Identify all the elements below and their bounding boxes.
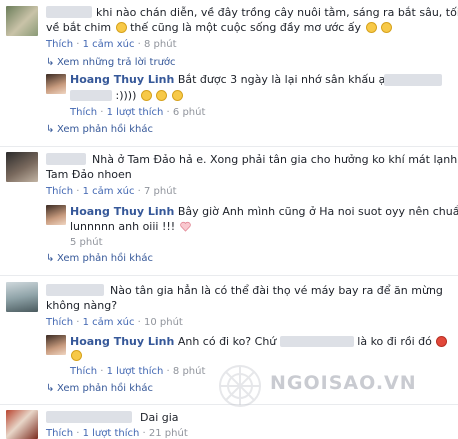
reply-text-part: là ko đi rồi đó xyxy=(357,335,432,348)
view-more-label: Xem phản hồi khác xyxy=(57,253,153,264)
smile-emoji-icon xyxy=(381,22,393,33)
replier-name[interactable]: Hoang Thuy Linh xyxy=(70,335,174,348)
reply-arrow-icon: ↳ xyxy=(46,383,55,394)
reply-text-line1: Hoang Thuy Linh Anh có đi ko? Chứ là ko … xyxy=(70,334,448,349)
timestamp[interactable]: 7 phút xyxy=(144,186,177,197)
likes-count[interactable]: 1 lượt thích xyxy=(107,366,164,377)
comment-text-line1: khi nào chán diễn, về đây trồng cây nuôi… xyxy=(96,6,458,19)
comment-meta: Thích · 1 cảm xúc · 7 phút xyxy=(46,186,177,197)
comment-meta: Thích · 1 cảm xúc · 10 phút xyxy=(46,317,183,328)
hidden-mention[interactable] xyxy=(70,90,112,101)
commenter-name-hidden[interactable] xyxy=(46,411,132,423)
comment-text-line1: Nào tân gia hẳn là có thể đài thọ vé máy… xyxy=(110,284,443,297)
smile-emoji-icon xyxy=(115,22,127,33)
commenter-avatar[interactable] xyxy=(6,410,38,439)
reply-meta: Thích · 1 lượt thích · 8 phút xyxy=(70,366,206,377)
reply-meta: 5 phút xyxy=(70,237,103,248)
timestamp[interactable]: 21 phút xyxy=(149,428,188,439)
reply-text-part: Anh có đi ko? Chứ xyxy=(177,335,277,348)
comment-text-line1: Dai gia xyxy=(140,411,179,424)
timestamp[interactable]: 5 phút xyxy=(70,237,103,248)
view-previous-label: Xem những trả lời trước xyxy=(57,57,176,68)
view-more-replies[interactable]: ↳ Xem phản hồi khác xyxy=(46,253,153,264)
divider xyxy=(0,146,458,147)
relieved-emoji-icon xyxy=(71,350,82,361)
comment-text-line1: Nhà ở Tam Đảo hả e. Xong phải tân gia ch… xyxy=(92,153,458,166)
commenter-avatar[interactable] xyxy=(6,6,38,36)
hidden-mention[interactable] xyxy=(384,74,442,86)
view-more-label: Xem phản hồi khác xyxy=(57,124,153,135)
timestamp[interactable]: 8 phút xyxy=(144,39,177,50)
replier-avatar[interactable] xyxy=(46,74,66,94)
reply-text-part: lunnnnn anh oiii !!! xyxy=(70,220,176,233)
divider xyxy=(0,275,458,276)
replier-name[interactable]: Hoang Thuy Linh xyxy=(70,73,174,86)
like-link[interactable]: Thích xyxy=(46,186,73,197)
comment-meta: Thích · 1 lượt thích · 21 phút xyxy=(46,428,188,439)
hidden-mention[interactable] xyxy=(279,336,354,347)
laughing-emoji-icon xyxy=(140,90,152,101)
grin-emoji-icon xyxy=(171,90,183,101)
comment-text-line2: về bắt chim thế cũng là một cuộc sống đầ… xyxy=(46,20,393,35)
reactions-count[interactable]: 1 cảm xúc xyxy=(83,39,135,50)
comment-meta: Thích · 1 cảm xúc · 8 phút xyxy=(46,39,177,50)
reply-text-line2: lunnnnn anh oiii !!! xyxy=(70,219,191,234)
like-link[interactable]: Thích xyxy=(70,366,97,377)
like-link[interactable]: Thích xyxy=(70,107,97,118)
comment-text-part: về bắt chim xyxy=(46,21,112,34)
watermark-text: NGOISAO.VN xyxy=(270,372,417,394)
commenter-avatar[interactable] xyxy=(6,152,38,182)
reply-arrow-icon: ↳ xyxy=(46,124,55,135)
commenter-name-hidden[interactable] xyxy=(46,6,92,18)
smile-emoji-icon xyxy=(365,22,377,33)
reply-text-line2: :)))) xyxy=(70,88,183,103)
like-link[interactable]: Thích xyxy=(46,428,73,439)
timestamp[interactable]: 6 phút xyxy=(173,107,206,118)
reply-text-part: :)))) xyxy=(115,89,137,102)
comment-text-line2: Tam Đảo nhoen xyxy=(46,168,132,181)
replier-name[interactable]: Hoang Thuy Linh xyxy=(70,205,174,218)
like-link[interactable]: Thích xyxy=(46,317,73,328)
comment-text-part: thế cũng là một cuộc sống đầy mơ ước ấy xyxy=(130,21,362,34)
timestamp[interactable]: 8 phút xyxy=(173,366,206,377)
like-link[interactable]: Thích xyxy=(46,39,73,50)
reply-arrow-icon: ↳ xyxy=(46,253,55,264)
heart-icon xyxy=(179,221,191,232)
angry-emoji-icon xyxy=(436,336,448,347)
commenter-name-hidden[interactable] xyxy=(46,284,104,296)
comment-text-line2: không nàng? xyxy=(46,299,118,312)
reply-text-line2 xyxy=(70,348,82,363)
reactions-count[interactable]: 1 cảm xúc xyxy=(83,317,135,328)
replier-avatar[interactable] xyxy=(46,205,66,225)
reply-arrow-icon: ↳ xyxy=(46,57,55,68)
timestamp[interactable]: 10 phút xyxy=(144,317,183,328)
view-more-replies[interactable]: ↳ Xem phản hồi khác xyxy=(46,383,153,394)
reply-text-line1: Hoang Thuy Linh Bây giờ Anh mình cũng ở … xyxy=(70,204,458,219)
reply-text-line1: Hoang Thuy Linh Bắt được 3 ngày là lại n… xyxy=(70,72,433,87)
view-more-label: Xem phản hồi khác xyxy=(57,383,153,394)
likes-count[interactable]: 1 lượt thích xyxy=(83,428,140,439)
commenter-name-hidden[interactable] xyxy=(46,153,86,165)
commenter-avatar[interactable] xyxy=(6,282,38,312)
reply-meta: Thích · 1 lượt thích · 6 phút xyxy=(70,107,206,118)
reply-text-part: Bây giờ Anh mình cũng ở Ha noi suot oyy … xyxy=(177,205,458,218)
reactions-count[interactable]: 1 cảm xúc xyxy=(83,186,135,197)
likes-count[interactable]: 1 lượt thích xyxy=(107,107,164,118)
view-more-replies[interactable]: ↳ Xem phản hồi khác xyxy=(46,124,153,135)
heart-eyes-emoji-icon xyxy=(156,90,168,101)
view-previous-replies[interactable]: ↳ Xem những trả lời trước xyxy=(46,57,176,68)
replier-avatar[interactable] xyxy=(46,335,66,355)
